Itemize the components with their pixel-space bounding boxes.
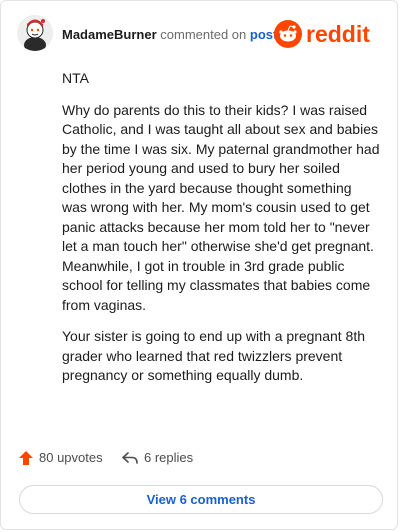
replies-count: 6 replies bbox=[144, 450, 194, 465]
snoo-avatar-icon bbox=[17, 15, 53, 51]
comment-header: MadameBurner commented on post reddit bbox=[17, 15, 383, 55]
comment-actions: 80 upvotes 6 replies bbox=[19, 450, 379, 470]
action-text: commented on bbox=[160, 27, 247, 42]
comment-card: MadameBurner commented on post reddit NT… bbox=[0, 0, 398, 530]
user-avatar[interactable] bbox=[17, 15, 53, 51]
comment-paragraph: Your sister is going to end up with a pr… bbox=[62, 328, 366, 383]
reddit-logo-icon: reddit bbox=[274, 20, 370, 48]
comment-meta: MadameBurner commented on post bbox=[62, 27, 277, 42]
replies-button[interactable]: 6 replies bbox=[122, 450, 193, 465]
reddit-logo: reddit bbox=[273, 17, 383, 51]
username-link[interactable]: MadameBurner bbox=[62, 27, 157, 42]
comment-paragraph: Why do parents do this to their kids? I … bbox=[62, 101, 380, 313]
comment-body: NTA Why do parents do this to their kids… bbox=[62, 69, 380, 398]
comment-paragraph: NTA bbox=[62, 70, 89, 86]
upvotes-count: 80 upvotes bbox=[39, 450, 103, 465]
upvote-arrow-icon bbox=[19, 450, 33, 465]
logo-wordmark: reddit bbox=[306, 21, 370, 47]
reply-arrow-icon bbox=[122, 451, 138, 464]
upvote-button[interactable]: 80 upvotes bbox=[19, 450, 103, 465]
view-comments-button[interactable]: View 6 comments bbox=[19, 485, 383, 514]
